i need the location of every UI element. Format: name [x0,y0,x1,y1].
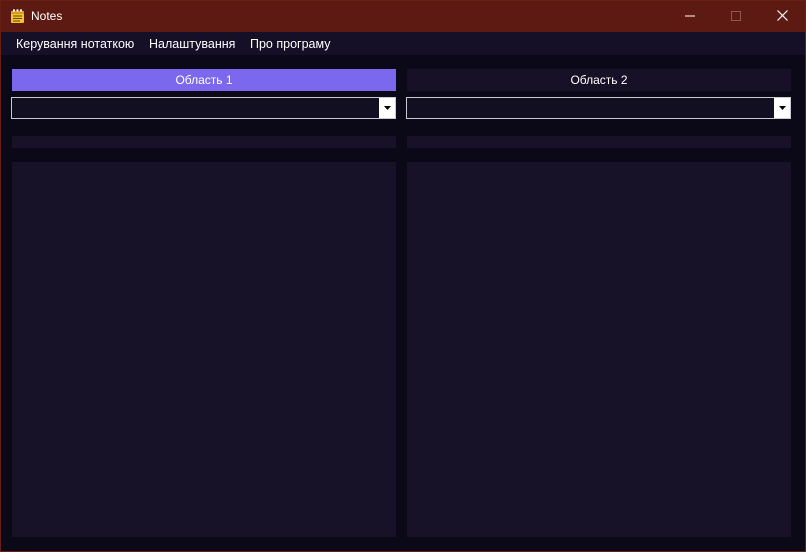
close-button[interactable] [759,1,805,32]
area-1-note-editor[interactable] [12,162,396,537]
menu-note-management[interactable]: Керування нотаткою [16,37,134,51]
maximize-icon [731,8,741,26]
maximize-button[interactable] [713,1,759,32]
area-2-dropdown[interactable] [406,97,791,119]
menu-bar: Керування нотаткою Налаштування Про прог… [1,32,805,55]
tab-area-1[interactable]: Область 1 [12,69,396,91]
chevron-down-icon[interactable] [774,98,790,118]
menu-settings[interactable]: Налаштування [149,37,235,51]
window-title: Notes [31,9,63,23]
notes-app-icon [9,8,26,25]
chevron-down-icon[interactable] [379,98,395,118]
tab-area-2-label: Область 2 [570,73,628,87]
tab-area-1-label: Область 1 [175,73,233,87]
minimize-button[interactable] [667,1,713,32]
area-1-dropdown[interactable] [11,97,396,119]
menu-about[interactable]: Про програму [250,37,330,51]
area-1-title-field[interactable] [12,136,396,148]
tab-area-2[interactable]: Область 2 [407,69,791,91]
minimize-icon [685,8,695,26]
area-2-title-field[interactable] [407,136,791,148]
close-icon [776,8,788,26]
title-bar[interactable]: Notes [1,1,805,32]
area-2-note-editor[interactable] [407,162,791,537]
